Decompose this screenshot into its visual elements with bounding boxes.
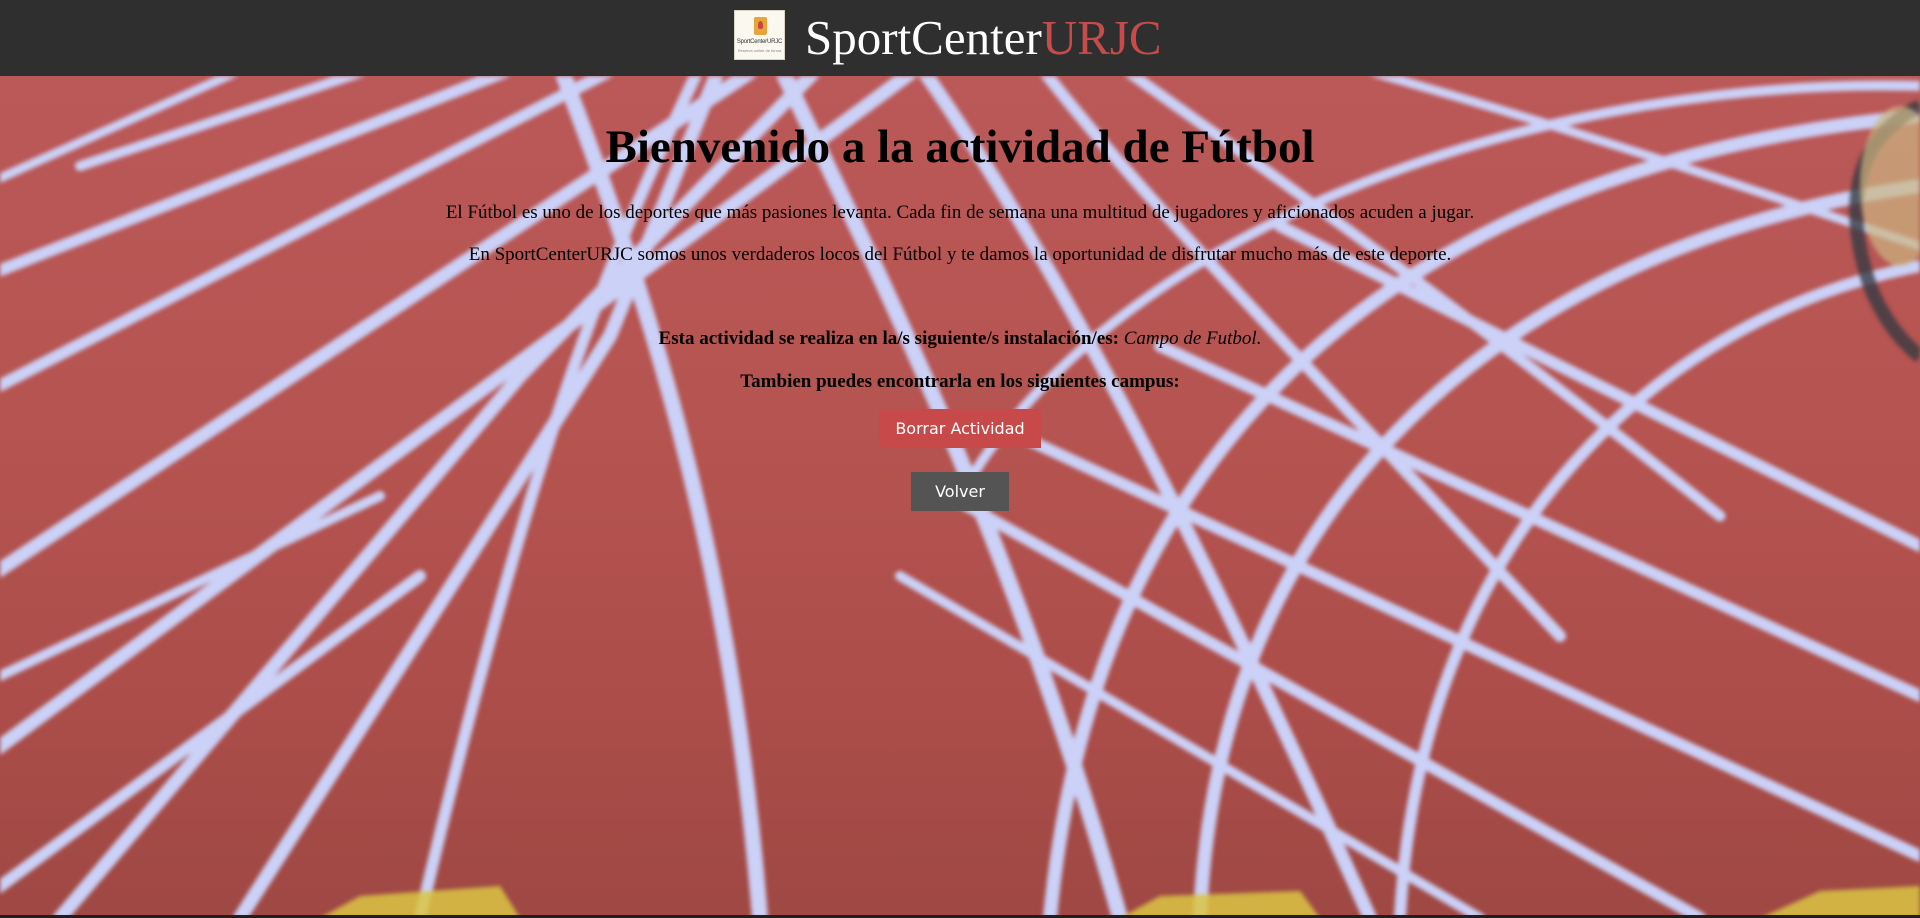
delete-activity-button[interactable]: Borrar Actividad <box>879 409 1041 448</box>
page-title: Bienvenido a la actividad de Fútbol <box>605 121 1315 173</box>
top-navbar: SportCenterURJC Reserva online de forma … <box>0 0 1920 76</box>
campus-label: Tambien puedes encontrarla en los siguie… <box>740 371 1180 392</box>
brand-title[interactable]: SportCenterURJC <box>805 10 1162 66</box>
brand-accent: URJC <box>1041 10 1162 65</box>
facility-value: Campo de Futbol. <box>1123 328 1262 349</box>
logo-text: SportCenterURJC <box>736 39 783 45</box>
sportcenter-logo-icon[interactable]: SportCenterURJC Reserva online de forma <box>734 10 785 60</box>
facility-label: Esta actividad se realiza en la/s siguie… <box>658 328 1119 349</box>
activity-content: Bienvenido a la actividad de Fútbol El F… <box>0 76 1920 511</box>
activity-description-2: En SportCenterURJC somos unos verdaderos… <box>468 244 1452 265</box>
back-button[interactable]: Volver <box>911 472 1009 511</box>
brand-main: SportCenter <box>805 10 1042 65</box>
logo-tagline: Reserva online de forma <box>737 48 782 53</box>
logo-mark <box>754 17 767 35</box>
facility-info: Esta actividad se realiza en la/s siguie… <box>0 327 1920 351</box>
activity-description-1: El Fútbol es uno de los deportes que más… <box>445 202 1475 223</box>
